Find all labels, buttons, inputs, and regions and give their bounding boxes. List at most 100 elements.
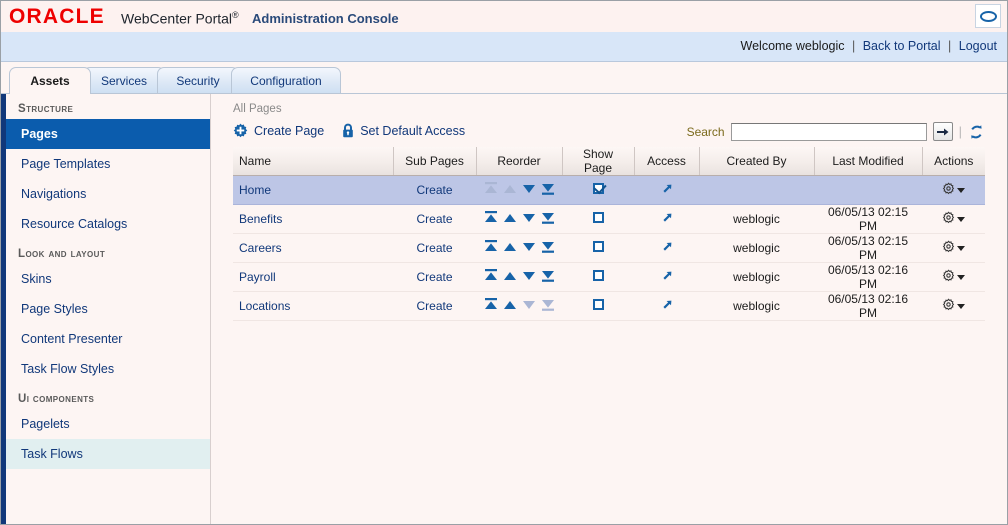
create-page-button[interactable]: Create Page: [233, 123, 324, 138]
create-sub-page-link[interactable]: Create: [416, 241, 452, 255]
move-to-top-icon[interactable]: [484, 298, 498, 314]
actions-menu-button[interactable]: [928, 182, 979, 198]
create-sub-page-link[interactable]: Create: [416, 299, 452, 313]
tab-configuration[interactable]: Configuration: [231, 67, 341, 94]
cell-sub-pages: Create: [393, 175, 476, 205]
arrow-right-icon: [936, 128, 949, 135]
chevron-down-icon: [957, 274, 965, 280]
create-sub-page-link[interactable]: Create: [416, 212, 452, 226]
reorder-controls: [482, 269, 556, 285]
sidebar-item-pagelets[interactable]: Pagelets: [6, 409, 210, 439]
oracle-oval-icon[interactable]: [975, 4, 1001, 28]
cell-last-modified: 06/05/13 02:16 PM: [814, 262, 922, 292]
cell-created-by: weblogic: [699, 262, 814, 292]
actions-menu-button[interactable]: [928, 298, 979, 314]
cell-actions: [922, 175, 985, 205]
actions-menu-button[interactable]: [928, 211, 979, 227]
table-row[interactable]: Payroll Create weblogic 06/05/13 02:16 PM: [233, 262, 985, 292]
content-toolbar: Create Page Set Default Access: [233, 123, 465, 138]
table-row[interactable]: Benefits Create weblogic 06/05/13 02:15 PM: [233, 204, 985, 234]
page-name-link[interactable]: Benefits: [239, 212, 282, 226]
move-up-icon[interactable]: [503, 298, 517, 314]
show-page-checkbox[interactable]: [592, 212, 604, 223]
sidebar-item-page-templates[interactable]: Page Templates: [6, 149, 210, 179]
cell-show-page: [562, 233, 634, 263]
sidebar-item-task-flows[interactable]: Task Flows: [6, 439, 210, 469]
move-down-icon[interactable]: [522, 269, 536, 285]
sidebar-item-label: Pagelets: [21, 417, 70, 431]
move-up-icon[interactable]: [503, 269, 517, 285]
create-sub-page-link[interactable]: Create: [416, 183, 452, 197]
chevron-down-icon: [957, 216, 965, 222]
registered-mark: ®: [232, 10, 239, 20]
move-to-bottom-icon[interactable]: [541, 182, 555, 198]
sidebar-item-skins[interactable]: Skins: [6, 264, 210, 294]
show-page-checkbox[interactable]: [592, 241, 604, 252]
actions-menu-button[interactable]: [928, 240, 979, 256]
console-title: Administration Console: [252, 11, 399, 26]
sidebar-item-content-presenter[interactable]: Content Presenter: [6, 324, 210, 354]
search-go-button[interactable]: [932, 122, 953, 141]
cell-show-page: [562, 204, 634, 234]
column-header-name: Name: [233, 147, 394, 176]
page-name-link[interactable]: Careers: [239, 241, 282, 255]
page-name-link[interactable]: Payroll: [239, 270, 276, 284]
column-header-sub-pages: Sub Pages: [393, 147, 477, 176]
back-to-portal-link[interactable]: Back to Portal: [863, 39, 941, 53]
cell-actions: [922, 262, 985, 292]
actions-menu-button[interactable]: [928, 269, 979, 285]
show-page-checkbox[interactable]: [592, 299, 604, 310]
move-to-bottom-icon[interactable]: [541, 269, 555, 285]
sidebar-item-page-styles[interactable]: Page Styles: [6, 294, 210, 324]
sidebar-item-task-flow-styles[interactable]: Task Flow Styles: [6, 354, 210, 384]
move-to-bottom-icon[interactable]: [541, 240, 555, 256]
table-row[interactable]: Careers Create weblogic 06/05/13 02:15 PM: [233, 233, 985, 263]
create-page-label: Create Page: [254, 123, 325, 138]
tab-assets[interactable]: Assets: [9, 67, 91, 95]
move-down-icon[interactable]: [522, 182, 536, 198]
move-to-bottom-icon[interactable]: [541, 211, 555, 227]
move-to-top-icon[interactable]: [484, 211, 498, 227]
tab-security[interactable]: Security: [157, 67, 239, 94]
access-arrow-icon[interactable]: [661, 183, 673, 195]
access-arrow-icon[interactable]: [661, 270, 673, 282]
table-row[interactable]: Home Create: [233, 175, 985, 205]
sidebar-item-pages[interactable]: Pages: [6, 119, 210, 149]
move-down-icon: [522, 298, 536, 314]
move-to-top-icon[interactable]: [484, 240, 498, 256]
page-name-link[interactable]: Home: [239, 183, 271, 197]
access-arrow-icon[interactable]: [661, 241, 673, 253]
sidebar-item-resource-catalogs[interactable]: Resource Catalogs: [6, 209, 210, 239]
move-to-top-icon[interactable]: [484, 269, 498, 285]
refresh-icon[interactable]: [968, 124, 985, 140]
cell-sub-pages: Create: [393, 291, 476, 321]
move-down-icon[interactable]: [522, 240, 536, 256]
welcome-bar: Welcome weblogic | Back to Portal | Logo…: [1, 32, 1007, 62]
access-arrow-icon[interactable]: [661, 212, 673, 224]
access-arrow-icon[interactable]: [661, 299, 673, 311]
sidebar-section-structure: STRUCTURE: [18, 103, 74, 115]
gear-plus-icon: [233, 123, 248, 138]
cell-show-page: [562, 262, 634, 292]
logout-link[interactable]: Logout: [959, 39, 997, 53]
move-up-icon[interactable]: [503, 240, 517, 256]
create-sub-page-link[interactable]: Create: [416, 270, 452, 284]
move-down-icon[interactable]: [522, 211, 536, 227]
show-page-checkbox[interactable]: [592, 270, 604, 281]
cell-show-page: [562, 291, 634, 321]
move-up-icon[interactable]: [503, 211, 517, 227]
show-page-checkbox[interactable]: [592, 183, 604, 194]
cell-name: Payroll: [233, 262, 393, 292]
breadcrumb: All Pages: [233, 103, 282, 115]
tab-services[interactable]: Services: [83, 67, 165, 94]
main-tab-bar: Assets Services Security Configuration: [1, 62, 1007, 95]
reorder-controls: [482, 182, 556, 198]
search-input[interactable]: [730, 122, 927, 141]
table-row[interactable]: Locations Create weblogic 06/05/13 02:16 PM: [233, 291, 985, 321]
toolbar-divider: |: [958, 124, 962, 139]
sidebar-item-navigations[interactable]: Navigations: [6, 179, 210, 209]
page-name-link[interactable]: Locations: [239, 299, 290, 313]
set-default-access-button[interactable]: Set Default Access: [342, 123, 465, 138]
tab-label: Security: [176, 74, 220, 88]
cell-access: [634, 291, 699, 321]
